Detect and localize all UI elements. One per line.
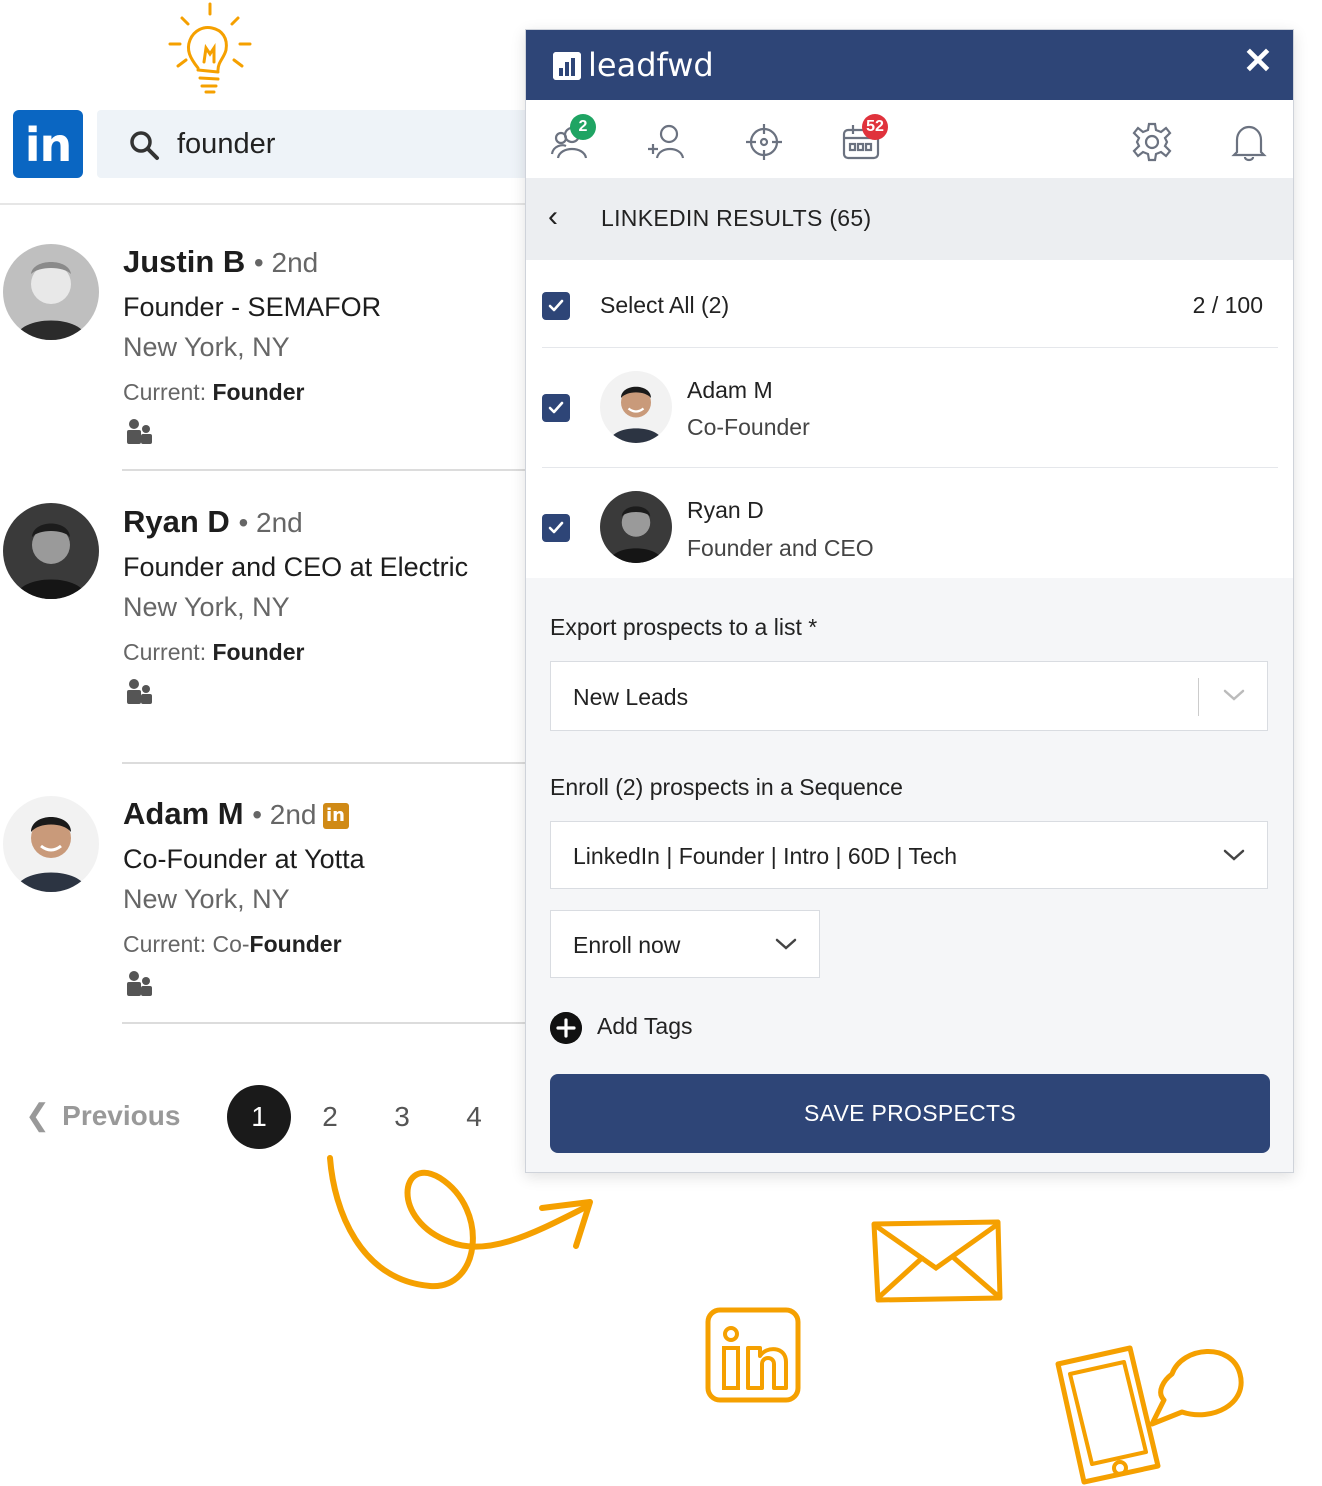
chevron-down-icon [775,938,797,950]
select-all-label: Select All (2) [600,292,730,318]
lightbulb-icon [168,2,252,94]
export-list-value: New Leads [573,684,689,710]
person-location: New York, NY [123,332,290,362]
person-title: Founder and CEO at Electric [123,552,469,582]
previous-page-button[interactable]: ❮ Previous [25,1098,180,1133]
enroll-timing-value: Enroll now [573,932,681,958]
page-1-button[interactable]: 1 [227,1085,291,1149]
result-name: Adam M [687,377,773,403]
page-4-button[interactable]: 4 [442,1085,506,1149]
divider [1198,678,1199,716]
divider [542,347,1278,348]
person-title: Co-Founder at Yotta [123,844,365,874]
sequence-select[interactable]: LinkedIn | Founder | Intro | 60D | Tech [550,821,1268,889]
avatar[interactable] [3,796,99,892]
check-icon [548,521,564,534]
results-header: ‹ LINKEDIN RESULTS (65) [526,178,1293,260]
add-person-icon[interactable] [647,122,687,162]
result-checkbox[interactable] [542,394,570,422]
page-3-button[interactable]: 3 [370,1085,434,1149]
tab-badge: 2 [570,114,596,140]
export-list-select[interactable]: New Leads [550,661,1268,731]
crosshair-icon[interactable] [744,122,784,162]
search-bar[interactable]: founder [97,110,557,178]
avatar [600,371,672,443]
shared-connections-icon [127,679,152,704]
result-role: Co-Founder [687,414,810,440]
envelope-icon [871,1219,1003,1303]
leadfwd-panel: leadfwd ✕ 2 52 ‹ LINKEDIN RESULTS (65) S… [525,29,1294,1173]
back-chevron-icon[interactable]: ‹ [548,200,558,234]
linkedin-doodle-icon [705,1307,801,1403]
enroll-timing-select[interactable]: Enroll now [550,910,820,978]
person-current: Current: Founder [123,379,305,405]
chevron-down-icon [1223,849,1245,861]
person-location: New York, NY [123,884,290,914]
person-location: New York, NY [123,592,290,622]
avatar [600,491,672,563]
result-checkbox[interactable] [542,514,570,542]
person-name[interactable]: Justin B • 2nd [123,244,318,280]
gear-icon[interactable] [1132,122,1172,162]
person-name[interactable]: Ryan D • 2nd [123,504,303,540]
sequence-value: LinkedIn | Founder | Intro | 60D | Tech [573,843,958,869]
results-list: Select All (2) 2 / 100 Adam M Co-Founder… [526,260,1293,578]
check-icon [548,299,564,312]
avatar[interactable] [3,244,99,340]
person-name[interactable]: Adam M • 2nd in [123,796,349,832]
brand-name: leadfwd [588,46,714,84]
chevron-down-icon [1223,689,1245,701]
person-current: Current: Co-Founder [123,931,342,957]
bell-icon[interactable] [1229,122,1269,162]
search-input[interactable]: founder [177,128,275,161]
panel-header: leadfwd ✕ [526,30,1293,100]
results-title: LINKEDIN RESULTS (65) [601,205,872,231]
leadfwd-logo-icon [553,52,581,80]
avatar[interactable] [3,503,99,599]
search-icon [130,131,159,160]
person-current: Current: Founder [123,639,305,665]
chevron-left-icon: ❮ [25,1099,51,1132]
close-icon[interactable]: ✕ [1243,40,1273,82]
shared-connections-icon [127,971,152,996]
tab-badge: 52 [862,114,888,140]
select-all-checkbox[interactable] [542,292,570,320]
divider [122,1022,542,1024]
divider [0,203,540,205]
check-icon [548,401,564,414]
plus-circle-icon[interactable] [550,1012,582,1044]
shared-connections-icon [127,419,152,444]
result-role: Founder and CEO [687,535,874,561]
divider [122,762,542,764]
save-prospects-button[interactable]: SAVE PROSPECTS [550,1074,1270,1153]
result-name: Ryan D [687,497,764,523]
linkedin-logo-icon[interactable]: in [13,110,83,178]
divider [122,469,542,471]
phone-chat-icon [1055,1345,1244,1485]
person-title: Founder - SEMAFOR [123,292,382,322]
export-label: Export prospects to a list * [550,614,818,640]
page-2-button[interactable]: 2 [298,1085,362,1149]
add-tags-button[interactable]: Add Tags [597,1013,692,1040]
divider [542,467,1278,468]
linkedin-premium-icon: in [322,803,349,829]
sequence-label: Enroll (2) prospects in a Sequence [550,774,903,800]
panel-tabs: 2 52 [526,100,1293,178]
selection-count: 2 / 100 [1192,292,1263,318]
